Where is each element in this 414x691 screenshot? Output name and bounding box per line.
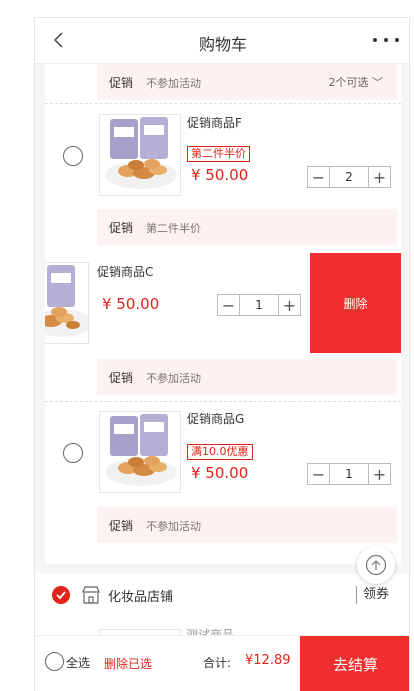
quantity-value[interactable]: 2: [330, 167, 368, 187]
nav-header: 购物车: [35, 18, 409, 64]
phone-frame: 购物车 促销 不参加活动 2个可选 ﹀ 促销商品F 第二件半价 ¥ 50.00 …: [34, 17, 410, 691]
select-all-radio[interactable]: [45, 652, 64, 671]
quantity-stepper: − 1 +: [307, 463, 391, 485]
quantity-stepper: − 2 +: [307, 166, 391, 188]
item-select-radio[interactable]: [63, 443, 83, 463]
shop-name[interactable]: 化妆品店铺: [108, 586, 173, 605]
chevron-down-icon: ﹀: [372, 76, 383, 89]
decrease-button[interactable]: −: [308, 464, 330, 484]
total-label: 合计:: [203, 656, 232, 670]
promo-tag: 促销: [109, 519, 134, 533]
product-image[interactable]: [99, 411, 181, 493]
page-title: 购物车: [198, 35, 247, 54]
promo-badge: 第二件半价: [187, 146, 250, 162]
item-select-radio[interactable]: [63, 146, 83, 166]
cashew-bag-icon: [45, 265, 88, 337]
divider: [45, 103, 401, 104]
select-all-label[interactable]: 全选: [66, 654, 90, 671]
quantity-value[interactable]: 1: [240, 295, 278, 315]
increase-button[interactable]: +: [368, 464, 390, 484]
quantity-value[interactable]: 1: [330, 464, 368, 484]
promo-choice-label: 2个可选: [328, 76, 369, 89]
promo-tag: 促销: [109, 76, 134, 90]
promo-text: 不参加活动: [146, 372, 201, 385]
store-icon: [82, 586, 100, 604]
promo-text: 第二件半价: [146, 222, 201, 235]
product-price: ¥ 50.00: [191, 464, 249, 482]
promo-tag: 促销: [109, 221, 134, 235]
product-image[interactable]: [45, 262, 89, 344]
promo-text: 不参加活动: [146, 520, 201, 533]
promo-bar: 促销 不参加活动: [97, 507, 397, 543]
increase-button[interactable]: +: [278, 295, 300, 315]
product-image[interactable]: [99, 114, 181, 196]
promo-bar: 促销 第二件半价: [97, 209, 397, 245]
increase-button[interactable]: +: [368, 167, 390, 187]
delete-selected-link[interactable]: 删除已选: [104, 655, 152, 672]
promo-text: 不参加活动: [146, 77, 201, 90]
cart-list: 促销 不参加活动 2个可选 ﹀ 促销商品F 第二件半价 ¥ 50.00 − 2 …: [45, 64, 401, 564]
promo-bar: 促销 不参加活动: [97, 359, 397, 395]
quantity-stepper: − 1 +: [217, 294, 301, 316]
cashew-bag-icon: [105, 117, 177, 189]
cashew-bag-icon: [105, 414, 177, 486]
promo-tag: 促销: [109, 371, 134, 385]
shop-header: 化妆品店铺 领券: [35, 573, 409, 617]
product-price: ¥ 50.00: [191, 166, 249, 184]
more-options-icon[interactable]: [373, 30, 399, 50]
promo-bar: 促销 不参加活动 2个可选 ﹀: [97, 64, 397, 100]
checkout-bar: 全选 删除已选 合计: ¥12.89 去结算: [35, 635, 409, 691]
decrease-button[interactable]: −: [308, 167, 330, 187]
checkout-button[interactable]: 去结算: [300, 636, 409, 691]
promo-badge: 满10.0优惠: [187, 444, 253, 460]
scroll-top-button[interactable]: [357, 546, 395, 584]
total-value: ¥12.89: [245, 653, 291, 668]
shop-select-checkbox[interactable]: [52, 586, 70, 604]
checkmark-icon: [56, 591, 66, 600]
product-price: ¥ 50.00: [102, 295, 160, 313]
coupon-button[interactable]: 领券: [356, 586, 389, 604]
decrease-button[interactable]: −: [218, 295, 240, 315]
divider: [45, 401, 401, 402]
arrow-up-circle-icon: [365, 554, 387, 576]
promo-choice-dropdown[interactable]: 2个可选 ﹀: [329, 74, 384, 90]
product-name[interactable]: 促销商品F: [187, 114, 242, 131]
delete-button[interactable]: 删除: [310, 253, 401, 353]
product-name[interactable]: 促销商品C: [97, 263, 153, 280]
product-name[interactable]: 促销商品G: [187, 410, 244, 427]
